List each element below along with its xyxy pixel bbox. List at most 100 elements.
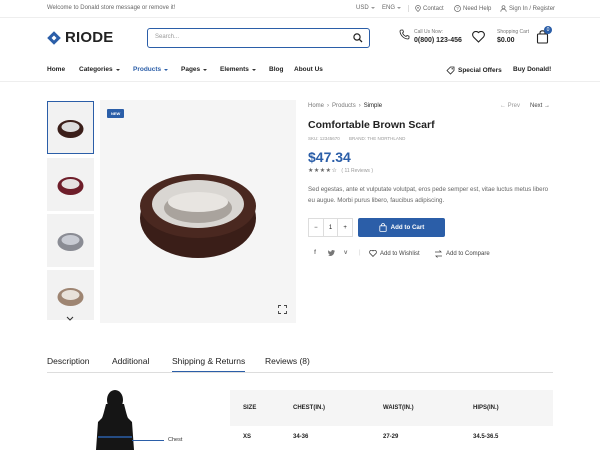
- nav-item-home[interactable]: Home: [47, 66, 65, 73]
- search-bar[interactable]: Search...: [147, 28, 370, 48]
- new-badge: NEW: [107, 109, 125, 118]
- size-table-header-cell: SIZE: [243, 405, 257, 411]
- add-to-compare-button[interactable]: Add to Compare: [434, 250, 490, 258]
- size-table-header-cell: CHEST(IN.): [293, 405, 325, 411]
- location-pin-icon: [415, 5, 421, 12]
- twitter-icon[interactable]: [328, 250, 335, 258]
- scarf-thumbnail-image: [57, 120, 84, 138]
- main-product-image[interactable]: NEW: [100, 100, 296, 323]
- help-link[interactable]: ? Need Help: [454, 5, 491, 12]
- tag-icon: [446, 66, 455, 75]
- compare-icon: [435, 250, 442, 258]
- review-count[interactable]: ( 11 Reviews ): [341, 168, 373, 174]
- contact-link[interactable]: Contact: [408, 5, 444, 12]
- thumbnail-2[interactable]: [47, 158, 94, 211]
- shopping-cart[interactable]: Shopping Cart $0.00: [497, 29, 529, 44]
- nav-label: Home: [47, 66, 66, 73]
- quantity-stepper[interactable]: − 1 +: [308, 218, 353, 237]
- nav-label: Products: [133, 66, 162, 73]
- nav-item-blog[interactable]: Blog: [269, 66, 283, 73]
- cart-count-badge: 0: [544, 26, 552, 34]
- logo[interactable]: RIODE: [47, 29, 114, 46]
- chevron-down-icon: [370, 7, 375, 9]
- quantity-increase-button[interactable]: +: [338, 219, 352, 236]
- call-label: Call Us Now:: [414, 29, 443, 35]
- product-title: Comfortable Brown Scarf: [308, 119, 435, 131]
- product-meta: SKU: 12345670 BRAND: THE NORTHLAND: [308, 136, 405, 141]
- contact-label: Contact: [423, 5, 444, 12]
- search-icon[interactable]: [353, 33, 363, 43]
- size-table-header-cell: HIPS(IN.): [473, 405, 499, 411]
- arrow-left-icon: ←: [500, 103, 508, 109]
- help-circle-icon: ?: [454, 5, 461, 12]
- expand-icon[interactable]: [278, 305, 287, 314]
- next-link[interactable]: Next →: [530, 103, 550, 109]
- size-table-cell: 27-29: [383, 434, 399, 440]
- chevron-down-icon: [397, 7, 402, 9]
- tab-description[interactable]: Description: [47, 356, 90, 371]
- breadcrumb-home[interactable]: Home: [308, 103, 324, 109]
- nav-label: Blog: [269, 66, 284, 73]
- call-us[interactable]: Call Us Now: 0(800) 123-456: [399, 29, 462, 44]
- facebook-icon[interactable]: f: [314, 250, 316, 256]
- quantity-decrease-button[interactable]: −: [309, 219, 323, 236]
- tab-reviews[interactable]: Reviews (8): [265, 356, 310, 371]
- call-number: 0(800) 123-456: [414, 37, 462, 44]
- vimeo-icon[interactable]: v: [344, 250, 347, 256]
- help-label: Need Help: [463, 5, 492, 12]
- tab-shipping-returns[interactable]: Shipping & Returns: [172, 356, 246, 372]
- chevron-down-icon: [251, 68, 256, 71]
- main-nav: Home Categories Products Pages Elements …: [0, 60, 600, 82]
- add-to-cart-label: Add to Cart: [390, 224, 425, 231]
- chevron-down-icon[interactable]: [66, 316, 74, 322]
- language-label: ENG: [382, 5, 396, 11]
- heart-icon[interactable]: [472, 31, 485, 43]
- breadcrumb-separator: ›: [358, 103, 361, 109]
- phone-icon: [399, 29, 410, 40]
- chevron-down-icon: [203, 68, 208, 71]
- product-tabs: Description Additional Shipping & Return…: [47, 356, 553, 373]
- cart-total: $0.00: [497, 37, 515, 44]
- breadcrumb-products[interactable]: Products: [332, 103, 356, 109]
- product-price: $47.34: [308, 149, 351, 165]
- signin-link[interactable]: Sign In / Register: [500, 5, 555, 12]
- heart-icon: [369, 250, 377, 257]
- chevron-down-icon: [164, 68, 169, 71]
- chevron-down-icon: [115, 68, 120, 71]
- bag-icon: [379, 223, 387, 232]
- top-bar: Welcome to Donald store message or remov…: [0, 0, 600, 18]
- logo-text: RIODE: [65, 29, 114, 46]
- arrow-right-icon: →: [542, 103, 551, 109]
- cart-icon-wrap[interactable]: 0: [536, 26, 552, 44]
- product-brand[interactable]: BRAND: THE NORTHLAND: [349, 136, 405, 141]
- thumbnail-4[interactable]: [47, 270, 94, 320]
- prev-link[interactable]: ← Prev: [500, 103, 520, 109]
- nav-item-elements[interactable]: Elements: [220, 66, 256, 73]
- nav-label: Pages: [181, 66, 201, 73]
- breadcrumb: Home › Products › Simple: [308, 103, 382, 109]
- product-sku: SKU: 12345670: [308, 136, 340, 141]
- svg-text:?: ?: [456, 6, 459, 11]
- chest-label: Chest: [168, 437, 183, 443]
- nav-item-products[interactable]: Products: [133, 66, 169, 73]
- cart-label: Shopping Cart: [497, 29, 529, 35]
- currency-label: USD: [356, 5, 369, 11]
- buy-link[interactable]: Buy Donald!: [513, 66, 551, 73]
- add-to-wishlist-button[interactable]: Add to Wishlist: [369, 250, 420, 257]
- special-offers-link[interactable]: Special Offers: [446, 66, 502, 75]
- language-dropdown[interactable]: ENG: [382, 5, 402, 11]
- tab-additional[interactable]: Additional: [112, 356, 149, 371]
- search-input[interactable]: Search...: [155, 34, 179, 40]
- size-table-header-cell: WAIST(IN.): [383, 405, 414, 411]
- thumbnail-3[interactable]: [47, 214, 94, 267]
- product-description: Sed egestas, ante et vulputate volutpat,…: [308, 186, 549, 204]
- nav-item-about[interactable]: About Us: [294, 66, 323, 73]
- thumbnail-1[interactable]: [47, 101, 94, 154]
- nav-item-categories[interactable]: Categories: [79, 66, 120, 73]
- scarf-thumbnail-image: [57, 233, 84, 251]
- add-to-cart-button[interactable]: Add to Cart: [358, 218, 445, 237]
- currency-dropdown[interactable]: USD: [356, 5, 375, 11]
- scarf-product-image: [140, 174, 256, 258]
- quantity-input[interactable]: 1: [322, 219, 339, 236]
- nav-item-pages[interactable]: Pages: [181, 66, 208, 73]
